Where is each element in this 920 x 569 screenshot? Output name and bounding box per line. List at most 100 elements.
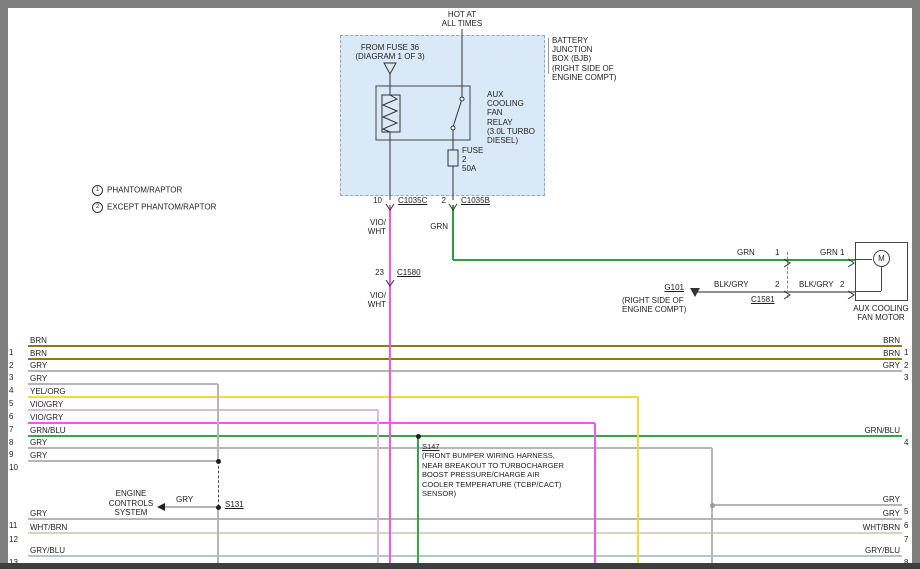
connector-chevron-icon: [783, 287, 791, 305]
wire-row: [28, 460, 218, 462]
ground-g101-link[interactable]: G101: [648, 283, 684, 292]
wire-segment: [218, 461, 219, 507]
wire-segment: [377, 410, 379, 563]
junction-dot: [216, 505, 221, 510]
connector-chevron-icon: [847, 255, 855, 273]
edge-number: 8: [9, 438, 25, 447]
wire-label: WHT/BRN: [824, 523, 900, 532]
edge-number: 4: [9, 386, 25, 395]
fuse-icon: [448, 150, 458, 166]
bjb-label: BATTERY JUNCTION BOX (BJB) (RIGHT SIDE O…: [552, 36, 616, 82]
wire-label: YEL/ORG: [30, 387, 66, 396]
wiring-diagram-screen: BRNBRN11BRNBRN22GRYGRY33GRY4YEL/ORG5VIO/…: [0, 0, 920, 569]
ground-symbol-icon: [690, 288, 700, 297]
wire-label: VIO/GRY: [30, 413, 63, 422]
engine-controls-system-label: ENGINE CONTROLS SYSTEM: [100, 489, 162, 518]
s147-splice-label: S147 (FRONT BUMPER WIRING HARNESS, NEAR …: [422, 442, 564, 498]
wire-label: GRN/BLU: [30, 426, 66, 435]
edge-number: 1: [904, 348, 908, 357]
wire-label: BRN: [824, 349, 900, 358]
wire-row: [28, 555, 902, 557]
edge-number: 5: [904, 507, 908, 516]
edge-number: 6: [904, 521, 908, 530]
wire-label: WHT/BRN: [30, 523, 67, 532]
legend-item-phantom-raptor: 1PHANTOM/RAPTOR: [92, 185, 182, 196]
wire-segment: [453, 259, 855, 261]
wire-row: [28, 532, 902, 534]
wire-segment: [217, 384, 219, 461]
wire-label-grn: GRN: [422, 222, 448, 231]
wire-segment: [637, 397, 639, 563]
edge-number: 9: [9, 450, 25, 459]
wire-label: GRY: [30, 361, 47, 370]
connector-chevron-icon: [847, 287, 855, 305]
wire-row: [28, 345, 902, 347]
edge-number: 12: [9, 535, 25, 544]
wire-label-vio-wht: WHT: [360, 300, 386, 309]
connector-c1580-link[interactable]: C1580: [397, 268, 421, 277]
wire-row: [28, 518, 902, 520]
wire-segment: [217, 507, 219, 563]
wire-label-vio-wht: VIO/: [360, 291, 386, 300]
aux-cooling-fan-motor-label: AUX COOLING FAN MOTOR: [845, 304, 917, 322]
wire-segment: [389, 205, 391, 563]
wire-label-gry: GRY: [176, 495, 193, 504]
wire-label-grn: GRN: [820, 248, 838, 257]
relay-switch-icon: [453, 99, 462, 127]
wire-segment: [417, 436, 419, 563]
wire-label-vio-wht: WHT: [360, 227, 386, 236]
relay-circuit-graphics: [340, 25, 550, 205]
connector-c1581-link[interactable]: C1581: [751, 295, 775, 304]
junction-dot: [710, 503, 715, 508]
connector-chevron-icon: [783, 255, 791, 273]
legend-circle-2: 2: [92, 202, 103, 213]
window-frame-left: [0, 0, 8, 569]
window-frame-right: [912, 0, 920, 569]
wire-row: [28, 409, 378, 411]
wire-label: VIO/GRY: [30, 400, 63, 409]
window-frame-bottom: [0, 563, 920, 569]
wire-label: GRN/BLU: [824, 426, 900, 435]
edge-number: 5: [9, 399, 25, 408]
legend-item-except-phantom-raptor: 2EXCEPT PHANTOM/RAPTOR: [92, 202, 216, 213]
wire-label: GRY: [824, 361, 900, 370]
wire-row: [28, 396, 638, 398]
wire-row: [28, 370, 902, 372]
connector-pin: 1: [775, 248, 779, 257]
wire-label: BRN: [30, 349, 47, 358]
wire-row: [28, 358, 902, 360]
wire-label-blk-gry: BLK/GRY: [714, 280, 749, 289]
wire-row: [712, 504, 902, 506]
g101-location-label: (RIGHT SIDE OF ENGINE COMPT): [622, 296, 686, 314]
wire-label: GRY: [30, 451, 47, 460]
wire-label-blk-gry: BLK/GRY: [799, 280, 834, 289]
wire-label: BRN: [824, 336, 900, 345]
splice-s147-link[interactable]: S147: [422, 442, 564, 451]
edge-number: 7: [9, 425, 25, 434]
wire-label-vio-wht: VIO/: [360, 218, 386, 227]
edge-number: 7: [904, 535, 908, 544]
wire-label: GRY: [30, 438, 47, 447]
connector-pin: 2: [840, 280, 844, 289]
wire-label: GRY: [30, 374, 47, 383]
edge-number: 2: [9, 361, 25, 370]
edge-number: 1: [9, 348, 25, 357]
wire-segment: [594, 423, 596, 563]
wire-label: GRY: [824, 495, 900, 504]
splice-s131-link[interactable]: S131: [225, 500, 244, 509]
wire-label-grn: GRN: [737, 248, 755, 257]
edge-number: 11: [9, 521, 25, 530]
wire-row: [28, 422, 595, 424]
wire-segment: [695, 291, 855, 293]
hot-line: HOT AT: [430, 10, 494, 19]
wire-segment: [164, 506, 218, 508]
junction-dot: [216, 459, 221, 464]
motor-symbol: M: [873, 250, 890, 267]
connector-pin: 2: [775, 280, 779, 289]
from-fuse-triangle-icon: [384, 63, 396, 74]
wire-label: GRY/BLU: [824, 546, 900, 555]
edge-number: 4: [904, 438, 908, 447]
connector-chevron-icon: [385, 274, 395, 292]
wire-row: [28, 447, 712, 449]
wire-label: BRN: [30, 336, 47, 345]
